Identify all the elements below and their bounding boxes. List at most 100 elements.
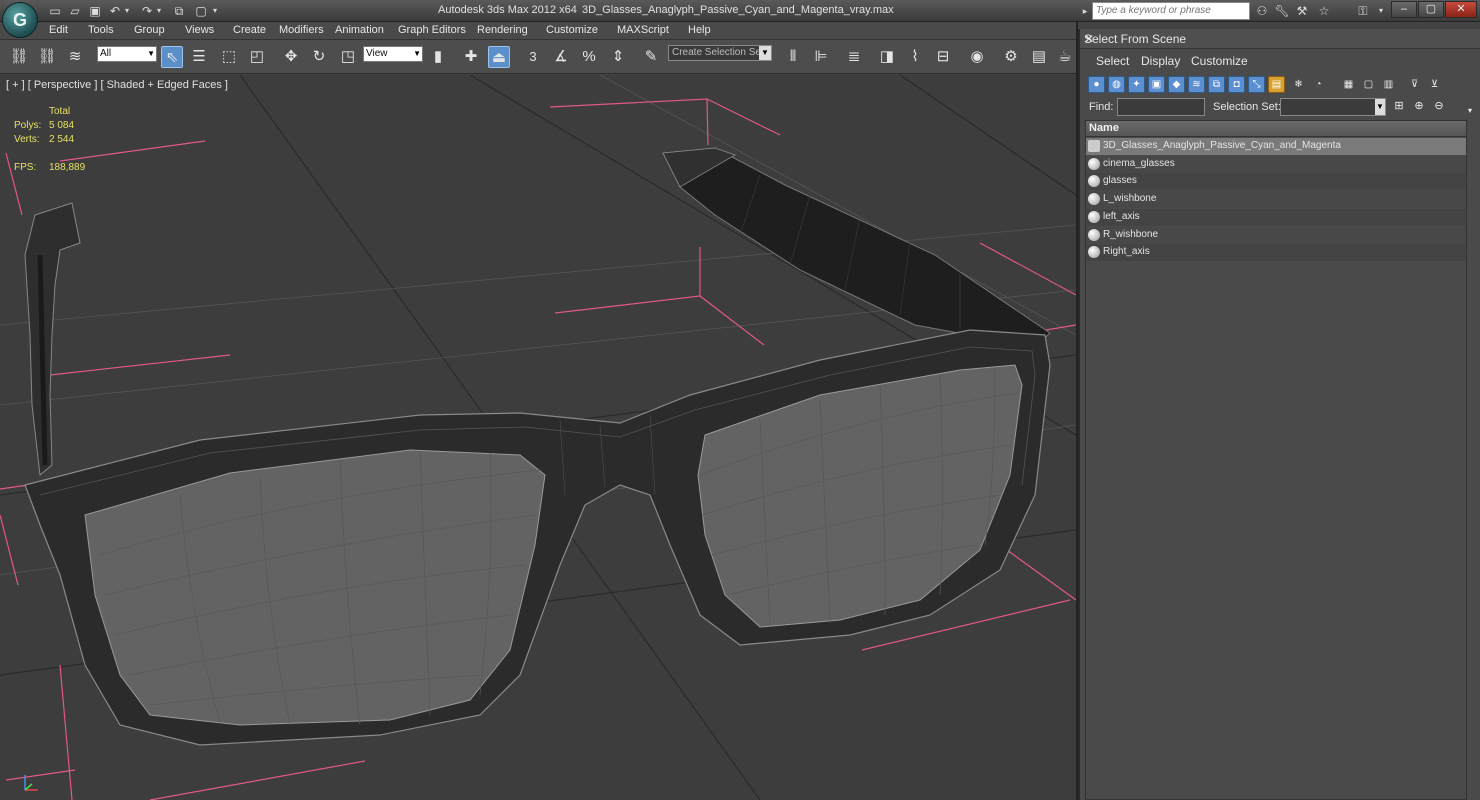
wrench-icon[interactable]: 🔧︎ xyxy=(1273,3,1291,19)
display-cameras-icon[interactable]: ▣ xyxy=(1148,76,1165,93)
dialog-title-bar[interactable]: Select From Scene ✕ xyxy=(1080,29,1480,49)
percent-snap-icon[interactable]: % xyxy=(578,46,600,68)
selection-set-dropdown[interactable]: ▼ xyxy=(1280,98,1386,116)
new-file-icon[interactable]: ▭ xyxy=(46,3,64,19)
menu-animation[interactable]: Animation xyxy=(335,24,384,36)
filter-icon[interactable]: ⊽ xyxy=(1406,76,1423,93)
list-scrollbar[interactable] xyxy=(1469,121,1480,800)
save-file-icon[interactable]: ▣ xyxy=(86,3,104,19)
selection-filter-dropdown[interactable]: All ▼ xyxy=(97,46,157,62)
collapse-toolbar-icon[interactable]: ▾ xyxy=(1463,103,1477,118)
list-item[interactable]: left_axis xyxy=(1086,208,1466,226)
select-and-rotate-icon[interactable]: ↻ xyxy=(308,46,330,68)
list-item[interactable]: R_wishbone xyxy=(1086,226,1466,244)
find-input[interactable] xyxy=(1117,98,1205,116)
reference-coordinate-dropdown[interactable]: View ▼ xyxy=(363,46,423,62)
close-button[interactable]: ✕ xyxy=(1445,1,1477,18)
align-icon[interactable]: ⊫ xyxy=(810,46,832,68)
list-item[interactable]: L_wishbone xyxy=(1086,191,1466,209)
material-editor-icon[interactable]: ◉ xyxy=(966,46,988,68)
display-space-warps-icon[interactable]: ≋ xyxy=(1188,76,1205,93)
display-groups-icon[interactable]: ⧉ xyxy=(1208,76,1225,93)
display-lights-icon[interactable]: ✦ xyxy=(1128,76,1145,93)
menu-create[interactable]: Create xyxy=(233,24,266,36)
star-icon[interactable]: ☆ xyxy=(1315,3,1333,19)
list-item[interactable]: Right_axis xyxy=(1086,244,1466,262)
edit-named-selection-icon[interactable]: ✎ xyxy=(640,46,662,68)
menu-tools[interactable]: Tools xyxy=(88,24,114,36)
unlink-selection-icon[interactable]: ⛓ xyxy=(36,46,58,68)
tools-icon[interactable]: ⚒ xyxy=(1293,3,1311,19)
display-helpers-icon[interactable]: ◆ xyxy=(1168,76,1185,93)
render-production-icon[interactable]: ☕︎ xyxy=(1054,46,1076,68)
snaps-toggle-icon[interactable]: 3 xyxy=(522,46,544,68)
schematic-view-icon[interactable]: ⊟ xyxy=(932,46,954,68)
curve-editor-icon[interactable]: ⌇ xyxy=(904,46,926,68)
display-frozen-icon[interactable]: ❄ xyxy=(1290,76,1307,93)
display-hidden-icon[interactable]: ◔ xyxy=(1310,76,1327,93)
project-folder-icon[interactable]: ▢ xyxy=(192,3,210,19)
rectangular-selection-icon[interactable]: ⬚ xyxy=(218,46,240,68)
perspective-viewport[interactable]: [ + ] [ Perspective ] [ Shaded + Edged F… xyxy=(0,75,1076,800)
spinner-snap-icon[interactable]: ⇕ xyxy=(607,46,629,68)
display-invert-icon[interactable]: ▥ xyxy=(1380,76,1397,93)
hold-icon[interactable]: ⧉ xyxy=(170,3,188,19)
angle-snap-icon[interactable]: ∡ xyxy=(550,46,572,68)
mirror-icon[interactable]: ⫴ xyxy=(782,46,804,68)
infocenter-collapse-icon[interactable]: ▸ xyxy=(1080,3,1090,19)
select-by-name-icon[interactable]: ☰ xyxy=(188,46,210,68)
open-file-icon[interactable]: ▱ xyxy=(66,3,84,19)
viewport-label[interactable]: [ + ] [ Perspective ] [ Shaded + Edged F… xyxy=(6,79,228,91)
dialog-menu-customize[interactable]: Customize xyxy=(1191,54,1248,68)
undo-dropdown-icon[interactable]: ▾ xyxy=(122,3,132,19)
select-object-icon[interactable]: ⇖ xyxy=(161,46,183,68)
menu-help[interactable]: Help xyxy=(688,24,711,36)
display-xrefs-icon[interactable]: ◘ xyxy=(1228,76,1245,93)
list-item[interactable]: cinema_glasses xyxy=(1086,155,1466,173)
display-containers-icon[interactable]: ▤ xyxy=(1268,76,1285,93)
scene-canvas[interactable] xyxy=(0,75,1076,800)
window-crossing-icon[interactable]: ◰ xyxy=(246,46,268,68)
app-logo-icon[interactable]: G xyxy=(2,2,38,38)
keyboard-shortcut-override-icon[interactable]: ⏏ xyxy=(488,46,510,68)
add-to-selection-set-icon[interactable]: ⊕ xyxy=(1412,99,1426,114)
display-bones-icon[interactable]: ⤡ xyxy=(1248,76,1265,93)
graphite-modeling-icon[interactable]: ◨ xyxy=(876,46,898,68)
display-all-icon[interactable]: ▦ xyxy=(1340,76,1357,93)
menu-group[interactable]: Group xyxy=(134,24,165,36)
filter-options-icon[interactable]: ⊻ xyxy=(1426,76,1443,93)
dialog-menu-display[interactable]: Display xyxy=(1141,54,1180,68)
select-and-move-icon[interactable]: ✥ xyxy=(280,46,302,68)
key-icon[interactable]: ⚿ xyxy=(1349,3,1377,19)
minimize-button[interactable]: – xyxy=(1391,1,1417,18)
menu-customize[interactable]: Customize xyxy=(546,24,598,36)
named-selection-set-dropdown[interactable]: Create Selection Se ▼ xyxy=(668,45,772,61)
dialog-menu-select[interactable]: Select xyxy=(1096,54,1129,68)
search-input[interactable]: Type a keyword or phrase xyxy=(1092,2,1250,20)
create-selection-set-icon[interactable]: ⊞ xyxy=(1392,99,1406,114)
select-and-manipulate-icon[interactable]: ✚ xyxy=(460,46,482,68)
menu-maxscript[interactable]: MAXScript xyxy=(617,24,669,36)
dialog-close-icon[interactable]: ✕ xyxy=(1084,32,1476,46)
display-geometry-icon[interactable]: ● xyxy=(1088,76,1105,93)
select-and-link-icon[interactable]: ⛓ xyxy=(8,46,30,68)
menu-graph-editors[interactable]: Graph Editors xyxy=(398,24,466,36)
menu-views[interactable]: Views xyxy=(185,24,214,36)
help-dropdown-icon[interactable]: ▾ xyxy=(1376,3,1386,19)
render-setup-icon[interactable]: ⚙ xyxy=(1000,46,1022,68)
bind-to-space-warp-icon[interactable]: ≋ xyxy=(64,46,86,68)
display-shapes-icon[interactable]: ◍ xyxy=(1108,76,1125,93)
binoculars-icon[interactable]: ⚇ xyxy=(1253,3,1271,19)
menu-modifiers[interactable]: Modifiers xyxy=(279,24,324,36)
layer-manager-icon[interactable]: ≣ xyxy=(843,46,865,68)
list-item[interactable]: 3D_Glasses_Anaglyph_Passive_Cyan_and_Mag… xyxy=(1086,138,1466,155)
menu-edit[interactable]: Edit xyxy=(49,24,68,36)
remove-from-selection-set-icon[interactable]: ⊖ xyxy=(1432,99,1446,114)
list-item[interactable]: glasses xyxy=(1086,173,1466,191)
rendered-frame-window-icon[interactable]: ▤ xyxy=(1028,46,1050,68)
maximize-button[interactable]: ▢ xyxy=(1418,1,1444,18)
column-header-name[interactable]: Name xyxy=(1086,121,1466,137)
select-and-scale-icon[interactable]: ◳ xyxy=(337,46,359,68)
menu-rendering[interactable]: Rendering xyxy=(477,24,528,36)
display-none-icon[interactable]: ▢ xyxy=(1360,76,1377,93)
